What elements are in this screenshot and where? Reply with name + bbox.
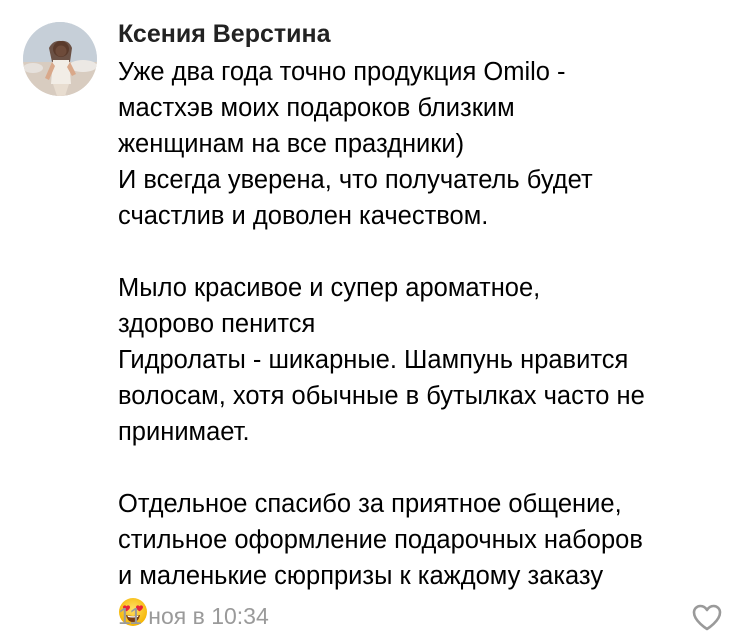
comment-line: здорово пенится [118, 310, 316, 338]
comment-line: Отдельное спасибо за приятное общение, [118, 490, 622, 518]
like-button[interactable] [690, 600, 724, 634]
comment-text: Уже два года точно продукция Omilo - мас… [118, 54, 738, 633]
comment-line: Гидролаты - шикарные. Шампунь нравится [118, 346, 629, 374]
comment-line: и маленькие сюрпризы к каждому заказу [118, 562, 604, 590]
comment-line: счастлив и доволен качеством. [118, 202, 489, 230]
heart-outline-icon [692, 604, 722, 631]
author-name[interactable]: Ксения Верстина [118, 14, 331, 54]
comment-line: стильное оформление подарочных наборов [118, 526, 643, 554]
comment-timestamp[interactable]: 11 ноя в 10:34 [118, 598, 269, 634]
comment-line: Мыло красивое и супер ароматное, [118, 274, 541, 302]
comment-paragraph: Уже два года точно продукция Omilo - мас… [118, 54, 738, 234]
avatar[interactable] [23, 22, 97, 96]
comment-line: Уже два года точно продукция Omilo - [118, 58, 566, 86]
comment-line: мастхэв моих подароков близким [118, 94, 515, 122]
comment-line: женщинам на все праздники) [118, 130, 465, 158]
comment-line: волосам, хотя обычные в бутылках часто н… [118, 382, 645, 410]
avatar-photo [23, 22, 97, 96]
comment-line: принимает. [118, 418, 250, 446]
comment-paragraph: Мыло красивое и супер ароматное, здорово… [118, 270, 738, 450]
comment-line: И всегда уверена, что получатель будет [118, 166, 593, 194]
